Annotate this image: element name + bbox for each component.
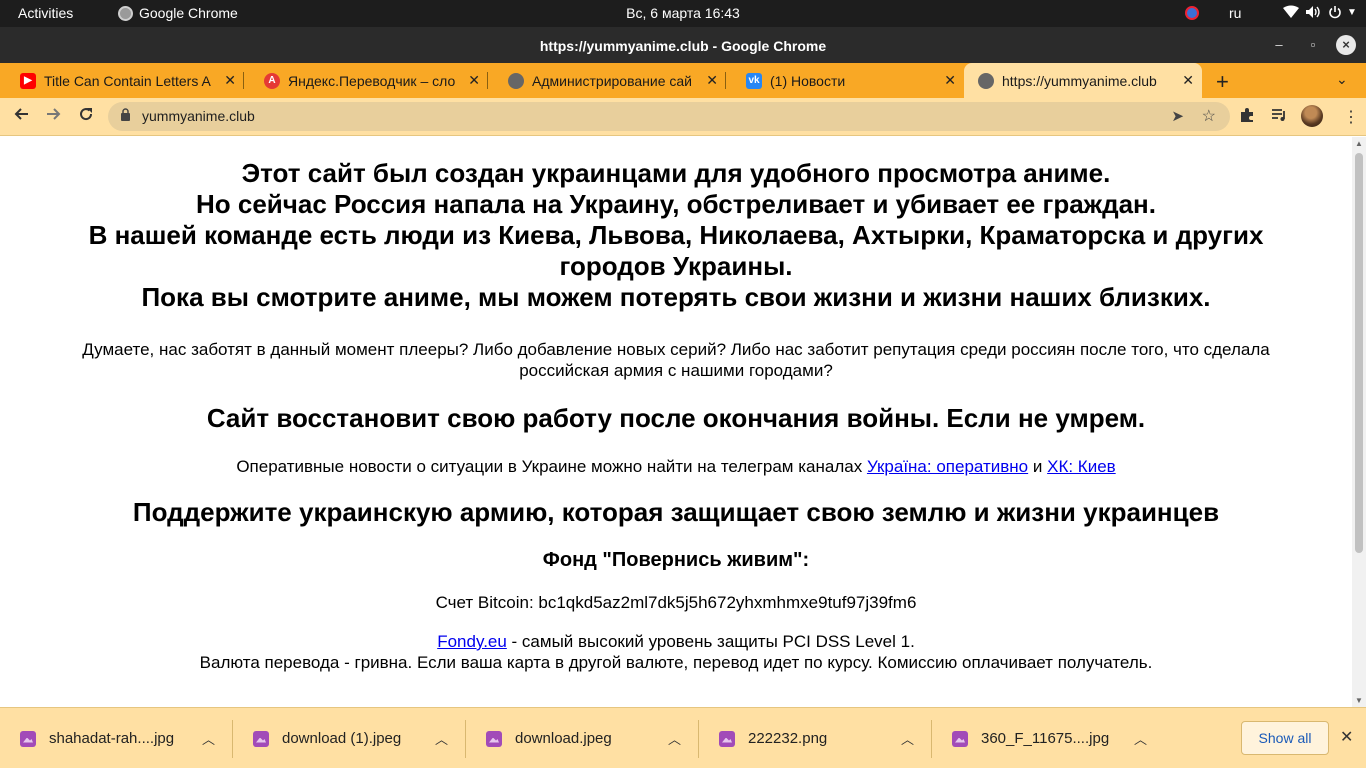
globe-icon bbox=[508, 72, 524, 89]
globe-icon bbox=[978, 72, 994, 89]
media-controls-icon[interactable] bbox=[1271, 107, 1287, 128]
chevron-up-icon[interactable]: ︿ bbox=[668, 729, 681, 748]
image-file-icon bbox=[719, 730, 735, 747]
question-paragraph: Думаете, нас заботят в данный момент пле… bbox=[82, 340, 1270, 380]
chevron-up-icon[interactable]: ︿ bbox=[202, 729, 215, 748]
download-item[interactable]: 222232.png ︿ bbox=[699, 708, 932, 769]
image-file-icon bbox=[952, 730, 968, 747]
vk-icon: vk bbox=[746, 72, 762, 89]
bookmark-star-icon[interactable]: ☆ bbox=[1202, 106, 1216, 126]
wifi-icon[interactable] bbox=[1283, 5, 1299, 22]
window-title: https://yummyanime.club - Google Chrome bbox=[539, 38, 827, 54]
download-item[interactable]: download (1).jpeg ︿ bbox=[233, 708, 466, 769]
download-filename: 360_F_11675....jpg bbox=[981, 730, 1110, 747]
chevron-up-icon[interactable]: ︿ bbox=[901, 729, 914, 748]
kebab-menu-icon[interactable]: ⋮ bbox=[1343, 107, 1359, 127]
tab-label: Яндекс.Переводчик – сло bbox=[288, 72, 456, 89]
close-window-button[interactable]: × bbox=[1336, 35, 1356, 55]
heading-line: В нашей команде есть люди из Киева, Льво… bbox=[88, 220, 1264, 281]
activities-button[interactable]: Activities bbox=[18, 5, 73, 21]
fondy-link[interactable]: Fondy.eu bbox=[437, 632, 507, 651]
indicator-icon[interactable] bbox=[1185, 6, 1199, 20]
window-title-bar: https://yummyanime.club - Google Chrome … bbox=[0, 27, 1366, 63]
heading-line: Этот сайт был создан украинцами для удоб… bbox=[241, 158, 1111, 188]
url-text[interactable]: yummyanime.club bbox=[142, 108, 255, 124]
download-filename: shahadat-rah....jpg bbox=[49, 730, 175, 747]
tab-vk-news[interactable]: vk (1) Новости ✕ bbox=[726, 63, 964, 98]
image-file-icon bbox=[253, 730, 269, 747]
main-heading: Этот сайт был создан украинцами для удоб… bbox=[0, 158, 1352, 313]
download-item[interactable]: shahadat-rah....jpg ︿ bbox=[0, 708, 233, 769]
download-shelf: shahadat-rah....jpg ︿ download (1).jpeg … bbox=[0, 707, 1366, 768]
page-scrollbar[interactable]: ▲ ▼ bbox=[1352, 137, 1366, 707]
send-to-devices-icon[interactable]: ➤ bbox=[1171, 107, 1184, 125]
heading-line: Пока вы смотрите аниме, мы можем потерят… bbox=[141, 282, 1211, 312]
tab-label: Title Can Contain Letters A bbox=[44, 72, 211, 89]
bitcoin-account: Счет Bitcoin: bc1qkd5az2ml7dk5j5h672yhxm… bbox=[435, 593, 917, 612]
page-content: Этот сайт был создан украинцами для удоб… bbox=[0, 137, 1352, 707]
fondy-paragraph: Fondy.eu - самый высокий уровень защиты … bbox=[0, 631, 1352, 673]
chrome-app-icon bbox=[118, 5, 133, 21]
chevron-up-icon[interactable]: ︿ bbox=[1134, 729, 1147, 748]
scroll-down-icon[interactable]: ▼ bbox=[1355, 696, 1363, 705]
forward-button[interactable] bbox=[46, 106, 62, 127]
news-paragraph: Оперативные новости о ситуации в Украине… bbox=[0, 456, 1352, 477]
heading-line: Но сейчас Россия напала на Украину, обст… bbox=[196, 189, 1156, 219]
download-filename: download.jpeg bbox=[515, 730, 612, 747]
address-bar[interactable]: yummyanime.club ➤ ☆ bbox=[108, 102, 1230, 131]
fondy-text: - самый высокий уровень защиты PCI DSS L… bbox=[506, 632, 915, 651]
show-all-button[interactable]: Show all bbox=[1241, 721, 1329, 755]
tab-yandex-translate[interactable]: A Яндекс.Переводчик – сло ✕ bbox=[244, 63, 488, 98]
support-heading: Поддержите украинскую армию, которая защ… bbox=[132, 497, 1220, 527]
tab-search-button[interactable]: ⌄ bbox=[1336, 71, 1348, 88]
tab-label: (1) Новости bbox=[770, 72, 846, 89]
image-file-icon bbox=[20, 730, 36, 747]
close-tab-icon[interactable]: ✕ bbox=[468, 72, 480, 89]
fund-heading: Фонд "Повернись живим": bbox=[542, 549, 810, 571]
news-prefix: Оперативные новости о ситуации в Украине… bbox=[236, 457, 863, 476]
scroll-up-icon[interactable]: ▲ bbox=[1355, 139, 1363, 148]
power-icon[interactable] bbox=[1328, 5, 1342, 22]
download-filename: 222232.png bbox=[748, 730, 828, 747]
tab-strip: ▶ Title Can Contain Letters A ✕ A Яндекс… bbox=[0, 63, 1366, 98]
keyboard-layout[interactable]: ru bbox=[1229, 5, 1241, 21]
close-download-shelf-icon[interactable]: ✕ bbox=[1340, 727, 1353, 747]
close-tab-icon[interactable]: ✕ bbox=[224, 72, 236, 89]
image-file-icon bbox=[486, 730, 502, 747]
scrollbar-thumb[interactable] bbox=[1355, 153, 1363, 553]
close-tab-icon[interactable]: ✕ bbox=[944, 72, 956, 89]
back-button[interactable] bbox=[13, 106, 29, 127]
app-name: Google Chrome bbox=[139, 5, 238, 21]
lock-icon[interactable] bbox=[120, 108, 131, 124]
news-and: и bbox=[1032, 457, 1043, 476]
extensions-icon[interactable] bbox=[1239, 107, 1255, 128]
tab-admin[interactable]: Администрирование сай ✕ bbox=[488, 63, 726, 98]
chevron-down-icon[interactable]: ▼ bbox=[1347, 7, 1357, 18]
browser-toolbar: yummyanime.club ➤ ☆ ⋮ bbox=[0, 98, 1366, 136]
volume-icon[interactable] bbox=[1305, 5, 1321, 22]
system-top-bar: Activities Google Chrome Вс, 6 марта 16:… bbox=[0, 0, 1366, 27]
new-tab-button[interactable]: + bbox=[1216, 69, 1229, 95]
tab-yummyanime[interactable]: https://yummyanime.club ✕ bbox=[964, 63, 1202, 98]
chevron-up-icon[interactable]: ︿ bbox=[435, 729, 448, 748]
close-tab-icon[interactable]: ✕ bbox=[706, 72, 718, 89]
yandex-translate-icon: A bbox=[264, 72, 280, 89]
app-menu[interactable]: Google Chrome bbox=[118, 5, 238, 21]
hk-kiev-link[interactable]: ХК: Киев bbox=[1047, 457, 1116, 476]
download-item[interactable]: download.jpeg ︿ bbox=[466, 708, 699, 769]
tab-youtube[interactable]: ▶ Title Can Contain Letters A ✕ bbox=[0, 63, 244, 98]
download-item[interactable]: 360_F_11675....jpg ︿ bbox=[932, 708, 1165, 769]
ukraine-operative-link[interactable]: Україна: оперативно bbox=[867, 457, 1028, 476]
download-filename: download (1).jpeg bbox=[282, 730, 402, 747]
youtube-icon: ▶ bbox=[20, 72, 36, 89]
tab-label: Администрирование сай bbox=[532, 72, 692, 89]
currency-text: Валюта перевода - гривна. Если ваша карт… bbox=[199, 653, 1153, 672]
maximize-button[interactable]: ▫ bbox=[1303, 35, 1323, 55]
close-tab-icon[interactable]: ✕ bbox=[1182, 72, 1194, 89]
tab-label: https://yummyanime.club bbox=[1002, 72, 1157, 89]
restore-heading: Сайт восстановит свою работу после оконч… bbox=[206, 403, 1146, 433]
minimize-button[interactable]: – bbox=[1269, 35, 1289, 55]
reload-button[interactable] bbox=[78, 106, 94, 127]
profile-avatar[interactable] bbox=[1301, 105, 1323, 127]
